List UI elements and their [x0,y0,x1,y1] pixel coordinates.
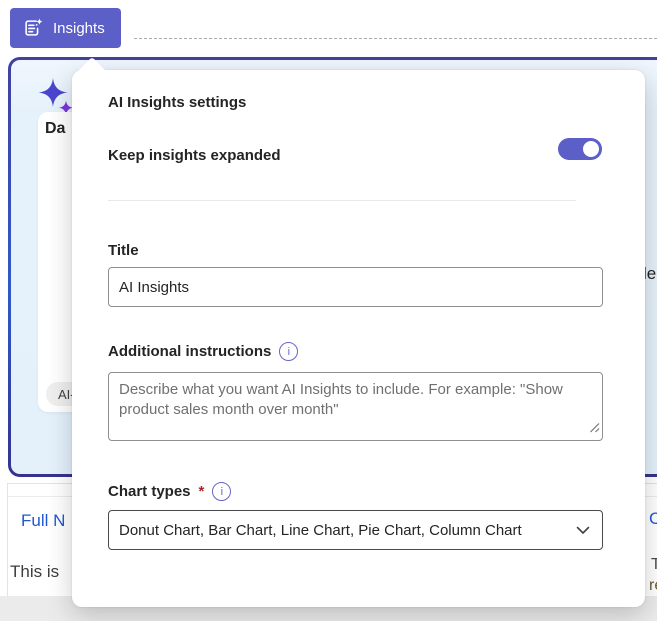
table-cell-right-line2: re [649,577,657,594]
section-divider [108,200,576,201]
title-input[interactable] [108,267,603,307]
chevron-down-icon [576,526,590,535]
table-cell-right-line1: T [651,556,657,573]
app-screen: Insights Da le AI- Full N C This is T re… [0,0,657,621]
instructions-textarea[interactable] [108,372,603,441]
keep-insights-expanded-label: Keep insights expanded [108,147,281,164]
insights-button[interactable]: Insights [10,8,121,48]
info-icon[interactable]: i [212,482,232,501]
insight-card-title-fragment: Da [45,120,66,137]
keep-insights-expanded-toggle[interactable] [558,138,602,160]
title-field-label: Title [108,242,139,259]
chart-types-dropdown[interactable]: Donut Chart, Bar Chart, Line Chart, Pie … [108,510,603,550]
form-sparkle-icon [22,17,44,39]
ai-insights-settings-popover: AI Insights settings Keep insights expan… [72,57,645,607]
dashed-divider [134,38,657,39]
toggle-knob [583,141,599,157]
insights-button-label: Insights [53,19,105,37]
popover-title: AI Insights settings [108,94,247,111]
required-asterisk: * [198,483,205,500]
column-header-full-name[interactable]: Full N [21,511,65,531]
chart-types-label: Chart types * i [108,482,232,501]
table-cell-left: This is [10,562,60,581]
chart-types-value: Donut Chart, Bar Chart, Line Chart, Pie … [119,521,522,539]
additional-instructions-label: Additional instructions i [108,342,299,361]
instructions-field-wrap [108,372,603,441]
column-header-right[interactable]: C [649,509,657,529]
info-icon[interactable]: i [279,342,299,361]
